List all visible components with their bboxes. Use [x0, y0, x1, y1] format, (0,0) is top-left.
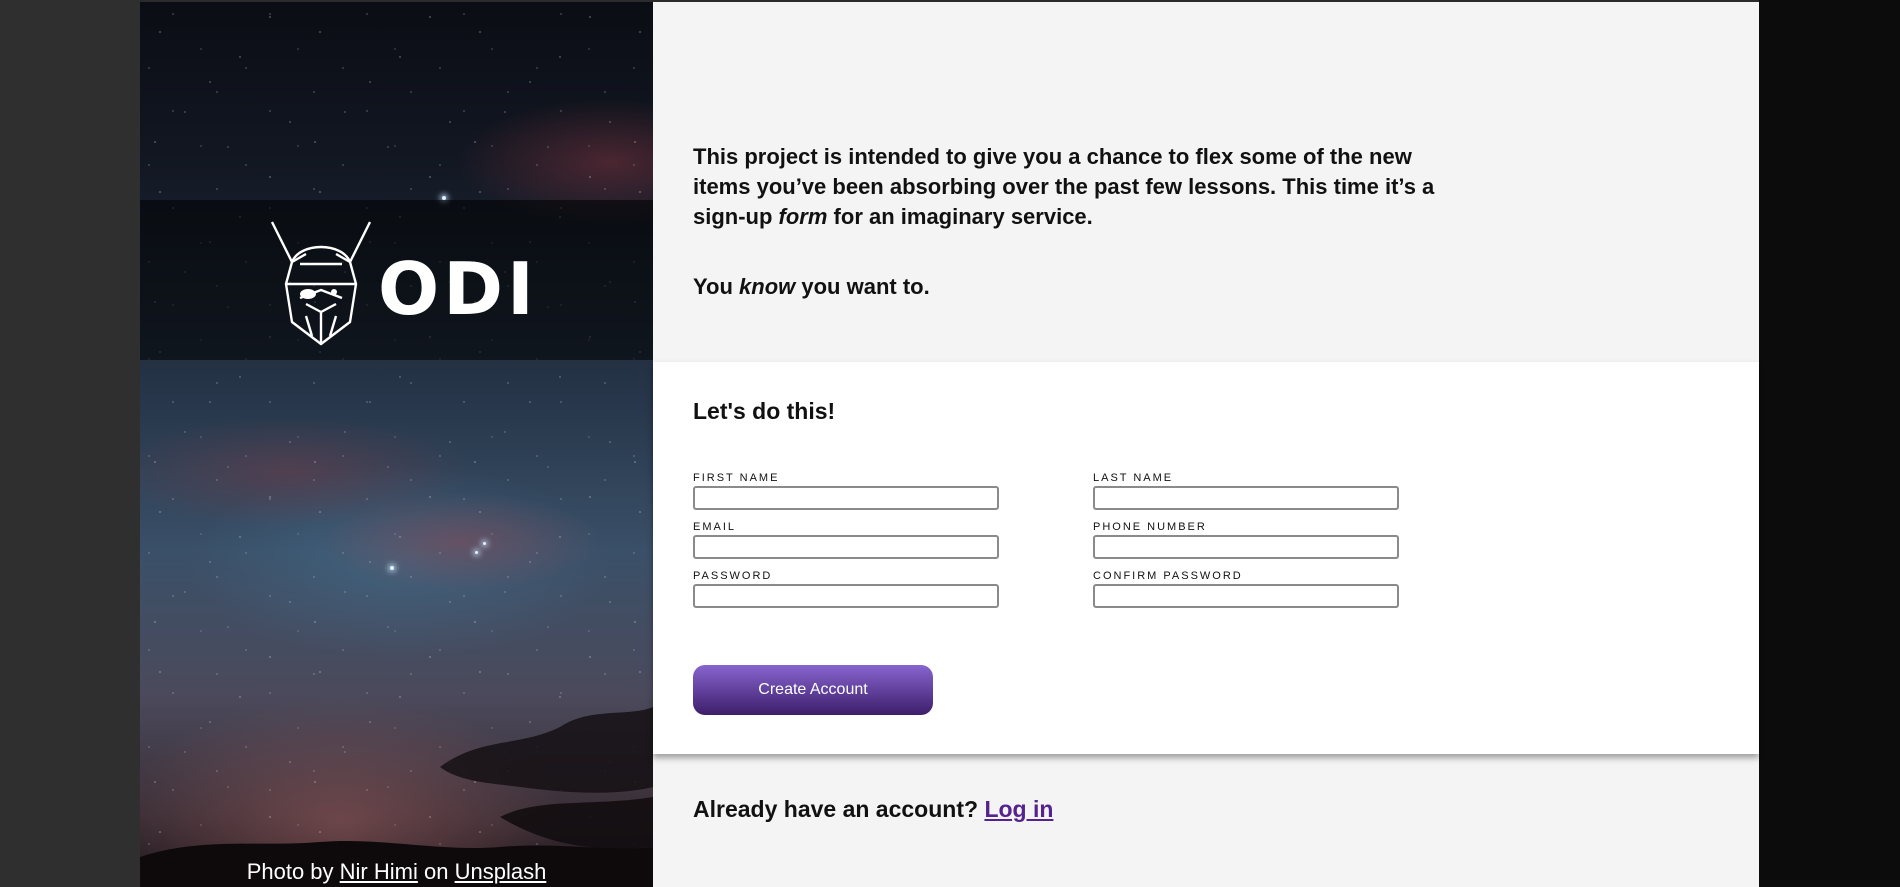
hero-photo-panel: ODIN Photo by Nir Himi on Unsplash — [140, 2, 653, 887]
password-field-group: PASSWORD — [693, 570, 1003, 608]
last-name-field-group: LAST NAME — [1093, 472, 1403, 510]
intro-emphasis-form: form — [778, 204, 828, 229]
form-title: Let's do this! — [693, 398, 836, 424]
bright-star — [475, 551, 478, 554]
main-content: This project is intended to give you a c… — [653, 2, 1759, 887]
phone-field-group: PHONE NUMBER — [1093, 521, 1403, 559]
email-field-group: EMAIL — [693, 521, 1003, 559]
photo-author-link[interactable]: Nir Himi — [340, 859, 418, 884]
email-label: EMAIL — [693, 521, 737, 533]
photo-credit-prefix: Photo by — [246, 859, 334, 884]
login-prompt-text: Already have an account? — [693, 796, 985, 822]
confirm-password-input[interactable] — [1093, 584, 1399, 608]
page-margin-right — [1759, 0, 1900, 887]
odin-logo-icon: ODIN — [270, 221, 530, 346]
photo-credit-middle: on — [423, 859, 449, 884]
intro-emphasis-know: know — [739, 274, 796, 299]
confirm-password-field-group: CONFIRM PASSWORD — [1093, 570, 1403, 608]
bright-star — [483, 542, 486, 545]
intro-text: This project is intended to give you a c… — [693, 142, 1473, 342]
password-input[interactable] — [693, 584, 999, 608]
password-label: PASSWORD — [693, 570, 773, 582]
last-name-label: LAST NAME — [1093, 472, 1174, 484]
login-link[interactable]: Log in — [984, 796, 1053, 822]
phone-label: PHONE NUMBER — [1093, 521, 1207, 533]
intro-paragraph-1: This project is intended to give you a c… — [693, 142, 1473, 232]
intro-text-2b: you want to. — [795, 274, 930, 299]
first-name-input[interactable] — [693, 486, 999, 510]
confirm-password-label: CONFIRM PASSWORD — [1093, 570, 1243, 582]
intro-text-1b: for an imaginary service. — [827, 204, 1093, 229]
first-name-label: FIRST NAME — [693, 472, 780, 484]
first-name-field-group: FIRST NAME — [693, 472, 1003, 510]
intro-text-2a: You — [693, 274, 740, 299]
photo-credit: Photo by Nir Himi on Unsplash — [140, 859, 653, 887]
login-prompt: Already have an account? Log in — [693, 796, 1053, 823]
unsplash-link[interactable]: Unsplash — [455, 859, 547, 884]
bright-star — [390, 566, 394, 570]
signup-form: Let's do this! FIRST NAME LAST NAME EMAI… — [653, 362, 1759, 754]
cloud-silhouettes — [140, 707, 653, 887]
logo-wordmark: ODIN — [378, 247, 530, 331]
email-input[interactable] — [693, 535, 999, 559]
intro-paragraph-2: You know you want to. — [693, 272, 1473, 302]
signup-page: ODIN Photo by Nir Himi on Unsplash This … — [140, 2, 1759, 887]
page-margin-left — [0, 0, 140, 887]
phone-input[interactable] — [1093, 535, 1399, 559]
last-name-input[interactable] — [1093, 486, 1399, 510]
create-account-button[interactable]: Create Account — [693, 665, 933, 715]
